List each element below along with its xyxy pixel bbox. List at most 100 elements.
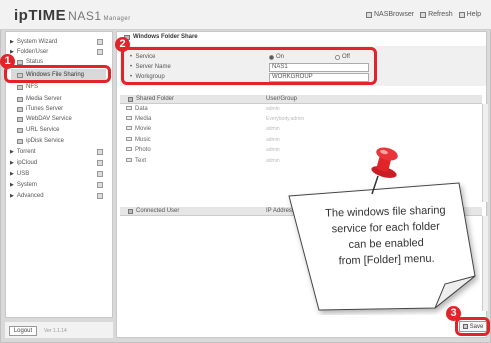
folder-icon	[17, 116, 23, 122]
highlight-service-settings	[121, 47, 377, 85]
folder-name: Movie	[135, 126, 152, 132]
header-links: NASBrowser Refresh Help	[366, 11, 481, 18]
folder-name: Photo	[135, 147, 151, 153]
sidebar-item-itunes-server[interactable]: iTunes Server	[17, 105, 63, 113]
sidebar-item-nfs[interactable]: NFS	[17, 83, 38, 91]
sidebar-item-label: System Wizard	[16, 39, 58, 45]
refresh-label: Refresh	[428, 11, 453, 18]
folder-user: admin	[266, 126, 280, 132]
arrow-icon: ▶	[10, 193, 14, 199]
shared-table-scrollbar[interactable]	[482, 104, 488, 202]
folder-name: Music	[135, 137, 151, 143]
folder-icon	[126, 158, 132, 163]
folder-icon	[126, 147, 132, 152]
step-badge-1: 1	[0, 54, 15, 69]
expand-icon[interactable]	[97, 149, 103, 155]
version-label: Ver 1.1.14	[44, 328, 67, 334]
step-badge-2: 2	[115, 37, 130, 52]
sidebar-item-system-wizard[interactable]: ▶ System Wizard	[10, 38, 57, 46]
folder-user: admin	[266, 106, 280, 112]
help-link[interactable]: Help	[458, 11, 481, 18]
folder-icon	[17, 138, 23, 144]
user-icon	[128, 208, 133, 214]
sidebar-item-advanced[interactable]: ▶ Advanced	[10, 192, 44, 200]
folder-icon	[126, 137, 132, 142]
arrow-icon: ▶	[10, 149, 14, 155]
sidebar-item-label: Advanced	[16, 193, 44, 199]
sidebar-item-folder-user[interactable]: ▶ Folder/User	[10, 48, 48, 56]
folder-icon	[126, 106, 132, 111]
refresh-icon	[420, 11, 427, 18]
folder-icon	[17, 96, 23, 102]
folder-name: Data	[135, 106, 148, 112]
shared-folder-col-label: Shared Folder	[136, 96, 175, 102]
folder-icon	[126, 116, 132, 121]
logo-product: NAS1	[68, 9, 102, 23]
connected-user-col: Connected User	[128, 208, 179, 214]
refresh-link[interactable]: Refresh	[420, 11, 453, 18]
expand-icon[interactable]	[97, 182, 103, 188]
expand-icon[interactable]	[97, 39, 103, 45]
sidebar-item-usb[interactable]: ▶ USB	[10, 170, 29, 178]
sidebar-item-webdav-service[interactable]: WebDAV Service	[17, 115, 72, 123]
header-bar: ipTIME NAS1 Manager NASBrowser Refresh Hel…	[0, 0, 491, 30]
nasbrowser-link[interactable]: NASBrowser	[366, 11, 414, 18]
highlight-sidebar-selection	[4, 65, 111, 83]
arrow-icon: ▶	[10, 39, 14, 45]
sidebar-item-label: WebDAV Service	[26, 116, 72, 122]
expand-icon[interactable]	[97, 193, 103, 199]
table-row[interactable]: Media	[126, 116, 151, 122]
folder-user: admin	[266, 147, 280, 153]
shared-folder-table-header: Shared Folder User/Group	[120, 95, 482, 104]
sidebar-item-label: iTunes Server	[26, 106, 64, 112]
nasbrowser-label: NASBrowser	[374, 11, 415, 18]
sidebar-item-label: ipDisk Service	[26, 138, 65, 144]
folder-user: admin	[266, 158, 280, 164]
sidebar-item-label: System	[16, 182, 37, 188]
pushpin-icon	[371, 147, 398, 195]
table-row[interactable]: Movie	[126, 126, 151, 132]
expand-icon[interactable]	[97, 160, 103, 166]
arrow-icon: ▶	[10, 182, 14, 188]
expand-icon[interactable]	[97, 171, 103, 177]
logo-sub: Manager	[103, 16, 131, 22]
shared-folder-col: Shared Folder	[128, 96, 174, 102]
table-row[interactable]: Data	[126, 106, 148, 112]
sidebar-item-label: Media Server	[26, 96, 62, 102]
sidebar-item-label: USB	[16, 171, 30, 177]
browser-icon	[366, 11, 372, 18]
sidebar-item-label: Folder/User	[16, 49, 49, 55]
sidebar-item-ipdisk-service[interactable]: ipDisk Service	[17, 137, 64, 145]
folder-name: Media	[135, 116, 152, 122]
folder-icon	[17, 59, 23, 65]
sidebar-item-media-server[interactable]: Media Server	[17, 95, 62, 103]
folder-icon	[126, 126, 132, 131]
arrow-icon: ▶	[10, 171, 14, 177]
folder-user: Everybody,admin	[266, 116, 305, 122]
sidebar-item-label: ipCloud	[16, 160, 38, 166]
table-row[interactable]: Text	[126, 158, 146, 164]
sidebar-item-label: NFS	[26, 84, 38, 90]
logo-brand: ipTIME	[14, 7, 67, 24]
logout-button[interactable]: Logout	[9, 326, 37, 336]
sidebar-item-ipcloud[interactable]: ▶ ipCloud	[10, 159, 37, 167]
table-row[interactable]: Photo	[126, 147, 151, 153]
folder-user: admin	[266, 137, 280, 143]
sidebar-item-label: URL Service	[26, 127, 60, 133]
sidebar-item-system[interactable]: ▶ System	[10, 181, 37, 189]
help-label: Help	[466, 11, 481, 18]
app-logo: ipTIME NAS1 Manager	[14, 7, 131, 24]
user-group-col: User/Group	[266, 96, 298, 102]
highlight-save-button	[455, 317, 490, 336]
sidebar-item-torrent[interactable]: ▶ Torrent	[10, 148, 36, 156]
help-icon	[458, 11, 465, 18]
connected-user-col-label: Connected User	[136, 208, 180, 214]
folder-icon	[17, 84, 23, 90]
folder-name: Text	[135, 158, 147, 164]
connected-table-scrollbar[interactable]	[482, 216, 488, 311]
folder-icon	[128, 96, 133, 102]
sidebar-item-label: Torrent	[16, 149, 36, 155]
table-row[interactable]: Music	[126, 137, 151, 143]
expand-icon[interactable]	[97, 49, 103, 55]
sidebar-item-url-service[interactable]: URL Service	[17, 126, 59, 134]
